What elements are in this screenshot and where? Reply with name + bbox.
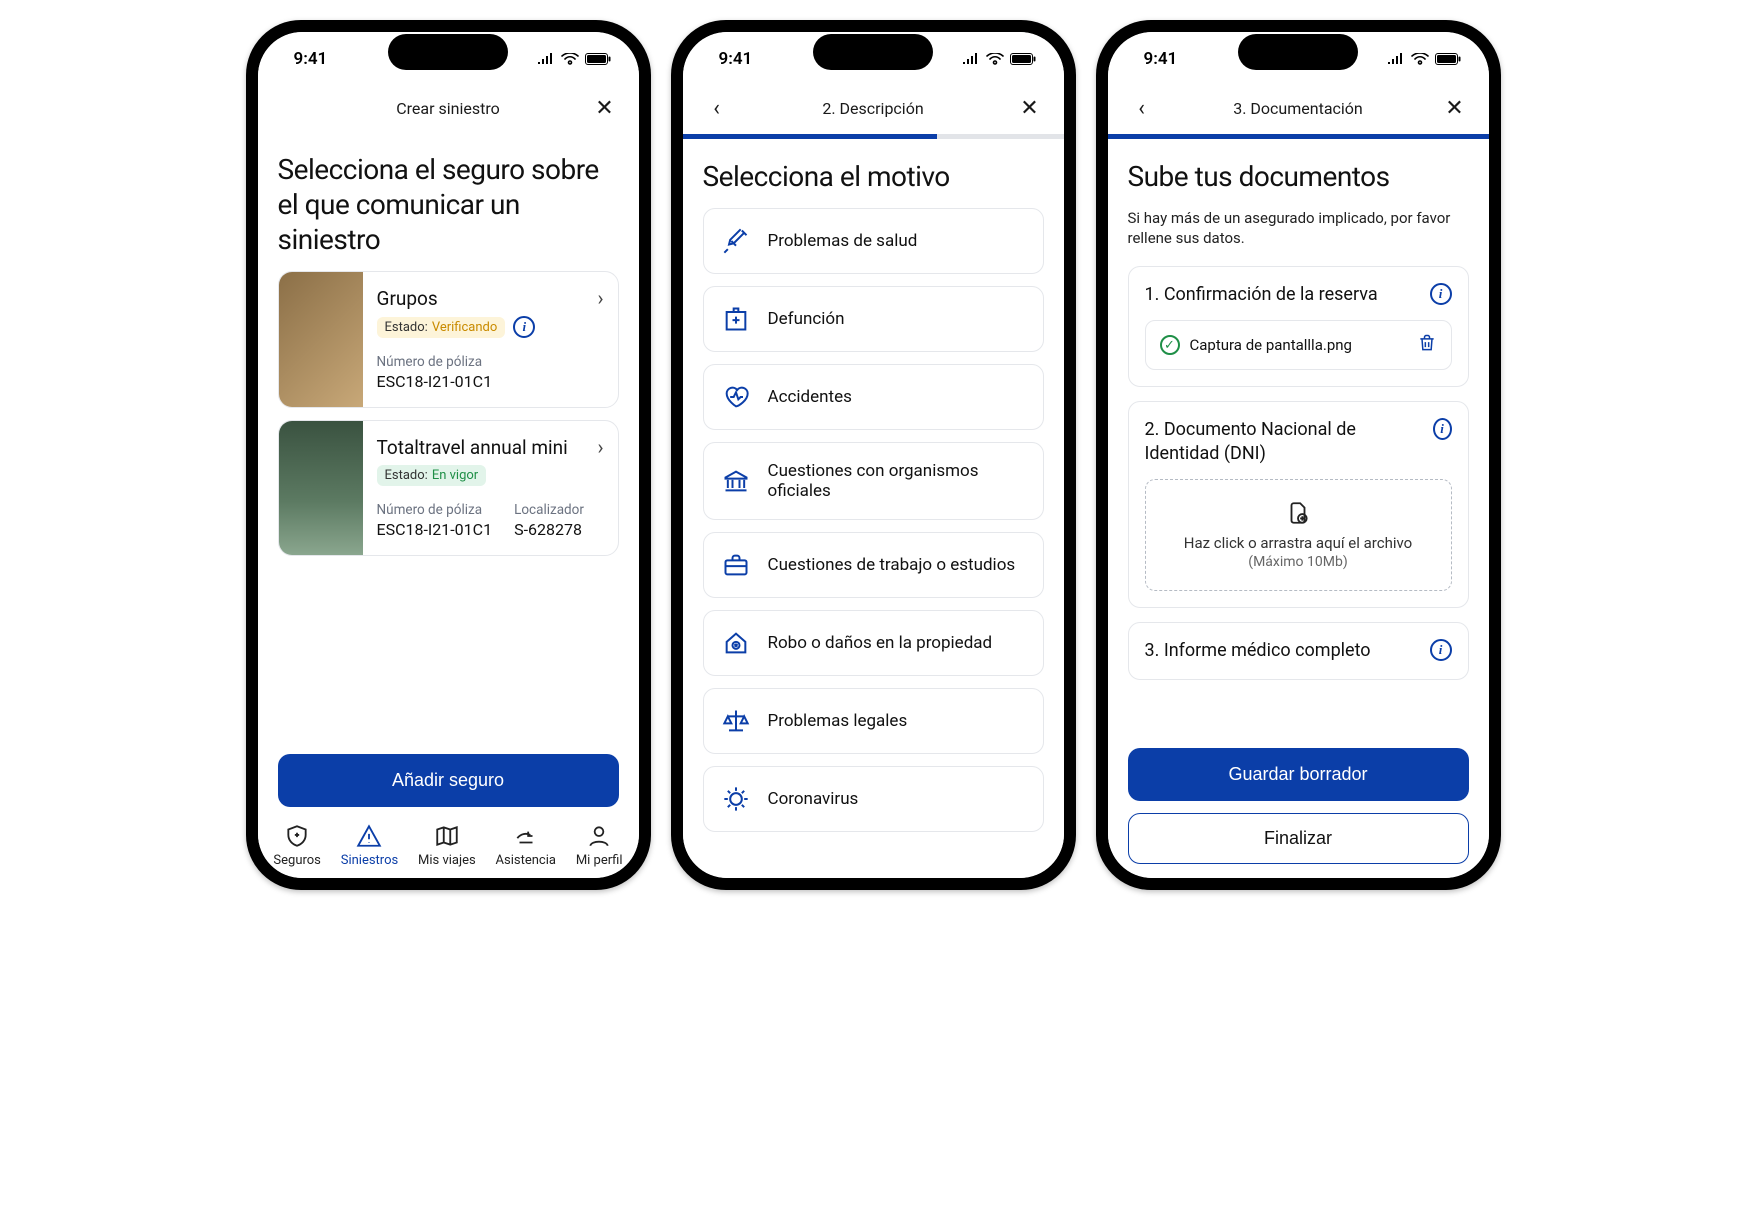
assistance-icon bbox=[513, 823, 539, 849]
dropzone-max: (Máximo 10Mb) bbox=[1156, 554, 1441, 570]
page-title: Selecciona el seguro sobre el que comuni… bbox=[278, 152, 619, 257]
status-badge: Estado: En vigor bbox=[377, 465, 487, 486]
shield-icon bbox=[284, 823, 310, 849]
doc-group-dni: 2. Documento Nacional de Identidad (DNI)… bbox=[1128, 401, 1469, 608]
add-insurance-button[interactable]: Añadir seguro bbox=[278, 754, 619, 807]
app-header: Crear siniestro ✕ bbox=[258, 86, 639, 134]
battery-icon bbox=[585, 53, 611, 65]
syringe-icon bbox=[722, 227, 750, 255]
header-title: Crear siniestro bbox=[306, 99, 591, 118]
header-title: 2. Descripción bbox=[731, 99, 1016, 118]
header-title: 3. Documentación bbox=[1156, 99, 1441, 118]
uploaded-file: ✓ Captura de pantallla.png bbox=[1145, 320, 1452, 370]
info-icon[interactable]: i bbox=[1433, 418, 1452, 440]
file-name: Captura de pantallla.png bbox=[1190, 336, 1352, 354]
motive-label: Defunción bbox=[768, 309, 845, 329]
tab-mi-perfil[interactable]: Mi perfil bbox=[576, 823, 623, 868]
map-icon bbox=[434, 823, 460, 849]
motive-label: Problemas de salud bbox=[768, 231, 918, 251]
motive-health[interactable]: Problemas de salud bbox=[703, 208, 1044, 274]
motive-death[interactable]: Defunción bbox=[703, 286, 1044, 352]
cellular-icon bbox=[537, 53, 555, 65]
close-icon[interactable]: ✕ bbox=[1441, 94, 1469, 122]
info-icon[interactable]: i bbox=[513, 316, 535, 338]
app-header: ‹ 2. Descripción ✕ bbox=[683, 86, 1064, 134]
doc-title: 2. Documento Nacional de Identidad (DNI) bbox=[1145, 418, 1423, 465]
tab-mis-viajes[interactable]: Mis viajes bbox=[418, 823, 476, 868]
close-icon[interactable]: ✕ bbox=[1016, 94, 1044, 122]
status-indicators bbox=[537, 53, 611, 65]
tab-asistencia[interactable]: Asistencia bbox=[496, 823, 556, 868]
motive-coronavirus[interactable]: Coronavirus bbox=[703, 766, 1044, 832]
tab-seguros[interactable]: Seguros bbox=[273, 823, 320, 868]
house-x-icon bbox=[722, 629, 750, 657]
doc-group-confirmation: 1. Confirmación de la reserva i ✓ Captur… bbox=[1128, 266, 1469, 387]
close-icon[interactable]: ✕ bbox=[591, 94, 619, 122]
motive-label: Problemas legales bbox=[768, 711, 908, 731]
finish-button[interactable]: Finalizar bbox=[1128, 813, 1469, 864]
locator: Localizador S-628278 bbox=[514, 502, 584, 539]
policy-thumbnail bbox=[279, 272, 363, 407]
doc-title: 1. Confirmación de la reserva bbox=[1145, 283, 1378, 306]
motive-work-study[interactable]: Cuestiones de trabajo o estudios bbox=[703, 532, 1044, 598]
app-header: ‹ 3. Documentación ✕ bbox=[1108, 86, 1489, 134]
bank-icon bbox=[722, 467, 750, 495]
cellular-icon bbox=[1387, 53, 1405, 65]
motive-label: Coronavirus bbox=[768, 789, 859, 809]
policy-card[interactable]: Totaltravel annual mini › Estado: En vig… bbox=[278, 420, 619, 556]
status-time: 9:41 bbox=[294, 49, 328, 69]
tab-siniestros[interactable]: Siniestros bbox=[341, 823, 398, 868]
trash-icon[interactable] bbox=[1417, 333, 1437, 357]
info-icon[interactable]: i bbox=[1430, 639, 1452, 661]
motive-theft-damage[interactable]: Robo o daños en la propiedad bbox=[703, 610, 1044, 676]
policy-card[interactable]: Grupos › Estado: Verificando i Número de… bbox=[278, 271, 619, 408]
save-draft-button[interactable]: Guardar borrador bbox=[1128, 748, 1469, 801]
status-indicators bbox=[1387, 53, 1461, 65]
cellular-icon bbox=[962, 53, 980, 65]
tab-bar: Seguros Siniestros Mis viajes Asistencia… bbox=[258, 817, 639, 878]
hospital-icon bbox=[722, 305, 750, 333]
file-dropzone[interactable]: Haz click o arrastra aquí el archivo (Má… bbox=[1145, 479, 1452, 591]
motive-accidents[interactable]: Accidentes bbox=[703, 364, 1044, 430]
status-time: 9:41 bbox=[1144, 49, 1178, 69]
chevron-right-icon: › bbox=[597, 286, 603, 310]
chevron-right-icon: › bbox=[597, 435, 603, 459]
doc-title: 3. Informe médico completo bbox=[1145, 639, 1371, 662]
info-icon[interactable]: i bbox=[1430, 283, 1452, 305]
heart-icon bbox=[722, 383, 750, 411]
briefcase-icon bbox=[722, 551, 750, 579]
page-title: Selecciona el motivo bbox=[703, 159, 1044, 194]
policy-number: Número de póliza ESC18-I21-01C1 bbox=[377, 354, 493, 391]
dropzone-hint: Haz click o arrastra aquí el archivo bbox=[1156, 534, 1441, 552]
page-title: Sube tus documentos bbox=[1128, 159, 1469, 194]
policy-number: Número de póliza ESC18-I21-01C1 bbox=[377, 502, 493, 539]
virus-icon bbox=[722, 785, 750, 813]
status-badge: Estado: Verificando bbox=[377, 317, 506, 338]
page-subtitle: Si hay más de un asegurado implicado, po… bbox=[1128, 208, 1469, 249]
wifi-icon bbox=[986, 53, 1004, 65]
policy-name: Grupos bbox=[377, 287, 438, 310]
motive-label: Cuestiones de trabajo o estudios bbox=[768, 555, 1016, 575]
motive-label: Robo o daños en la propiedad bbox=[768, 633, 993, 653]
battery-icon bbox=[1435, 53, 1461, 65]
status-time: 9:41 bbox=[719, 49, 753, 69]
policy-thumbnail bbox=[279, 421, 363, 555]
motive-label: Accidentes bbox=[768, 387, 852, 407]
battery-icon bbox=[1010, 53, 1036, 65]
back-icon[interactable]: ‹ bbox=[1128, 94, 1156, 122]
wifi-icon bbox=[1411, 53, 1429, 65]
upload-file-icon bbox=[1156, 500, 1441, 526]
user-icon bbox=[586, 823, 612, 849]
doc-group-medical: 3. Informe médico completo i bbox=[1128, 622, 1469, 679]
scales-icon bbox=[722, 707, 750, 735]
check-circle-icon: ✓ bbox=[1160, 335, 1180, 355]
back-icon[interactable]: ‹ bbox=[703, 94, 731, 122]
motive-legal[interactable]: Problemas legales bbox=[703, 688, 1044, 754]
motive-official[interactable]: Cuestiones con organismos oficiales bbox=[703, 442, 1044, 520]
motive-label: Cuestiones con organismos oficiales bbox=[768, 461, 1025, 501]
wifi-icon bbox=[561, 53, 579, 65]
policy-name: Totaltravel annual mini bbox=[377, 436, 568, 459]
status-indicators bbox=[962, 53, 1036, 65]
alert-triangle-icon bbox=[356, 823, 382, 849]
